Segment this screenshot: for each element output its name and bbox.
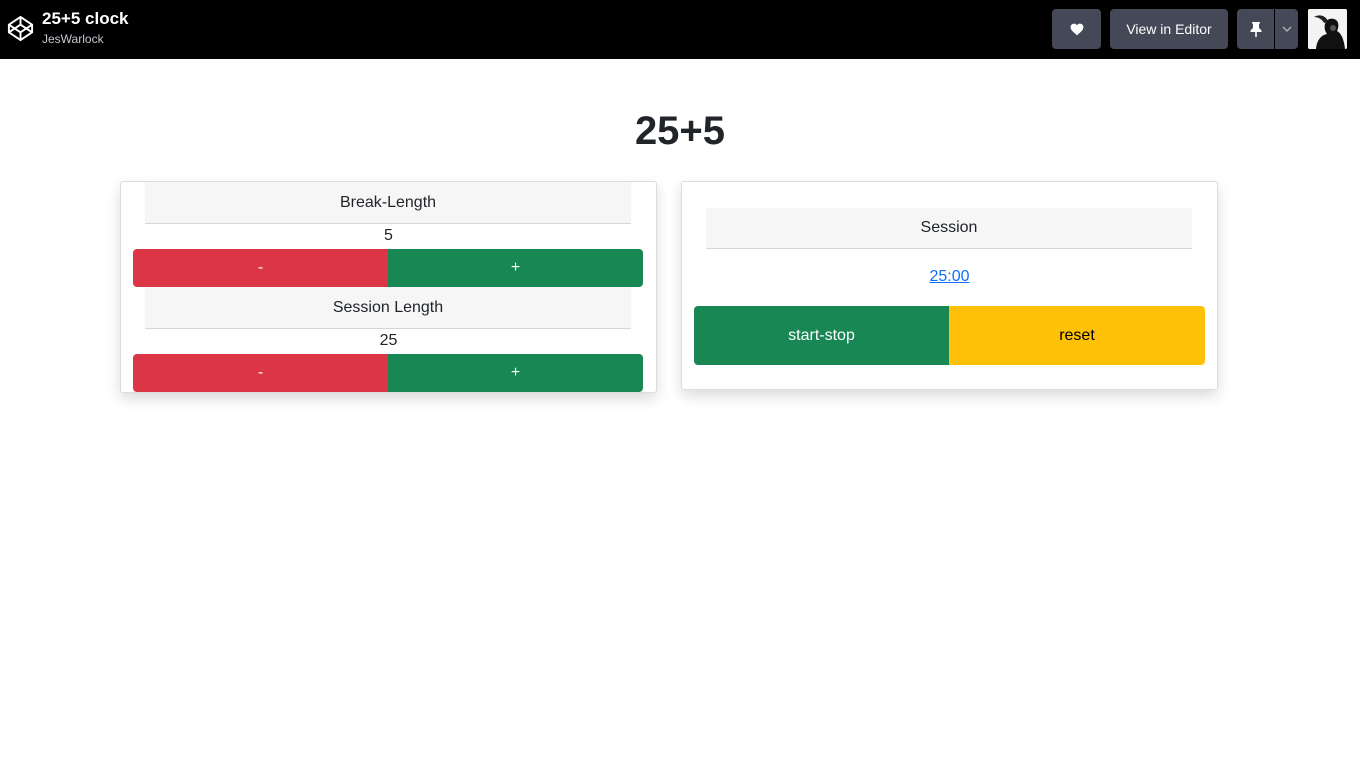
timer-card: Session 25:00 start-stop reset <box>681 181 1218 390</box>
break-decrement-button[interactable]: - <box>133 249 388 287</box>
reset-button[interactable]: reset <box>949 306 1205 365</box>
start-stop-button[interactable]: start-stop <box>694 306 949 365</box>
like-button[interactable] <box>1052 9 1101 49</box>
avatar[interactable] <box>1308 9 1347 49</box>
heart-icon <box>1070 23 1083 35</box>
session-decrement-button[interactable]: - <box>133 354 388 392</box>
pin-dropdown-button[interactable] <box>1275 9 1298 49</box>
chevron-down-icon <box>1282 26 1291 32</box>
pin-button[interactable] <box>1237 9 1274 49</box>
pen-author[interactable]: JesWarlock <box>42 32 104 46</box>
time-left-display[interactable]: 25:00 <box>682 268 1217 286</box>
break-increment-button[interactable]: + <box>388 249 643 287</box>
top-bar: 25+5 clock JesWarlock View in Editor <box>0 0 1360 59</box>
codepen-logo-icon[interactable] <box>6 14 35 43</box>
session-length-value: 25 <box>379 332 398 349</box>
break-length-label: Break-Length <box>145 182 631 224</box>
view-in-editor-button[interactable]: View in Editor <box>1110 9 1228 49</box>
timer-label: Session <box>706 208 1192 249</box>
pin-icon <box>1250 22 1261 37</box>
page-title: 25+5 <box>634 109 726 153</box>
pen-title: 25+5 clock <box>42 9 129 28</box>
break-length-value: 5 <box>384 227 393 244</box>
length-controls-card: Break-Length 5 - + Session Length 25 - + <box>120 181 657 393</box>
session-increment-button[interactable]: + <box>388 354 643 392</box>
session-length-label: Session Length <box>145 287 631 329</box>
